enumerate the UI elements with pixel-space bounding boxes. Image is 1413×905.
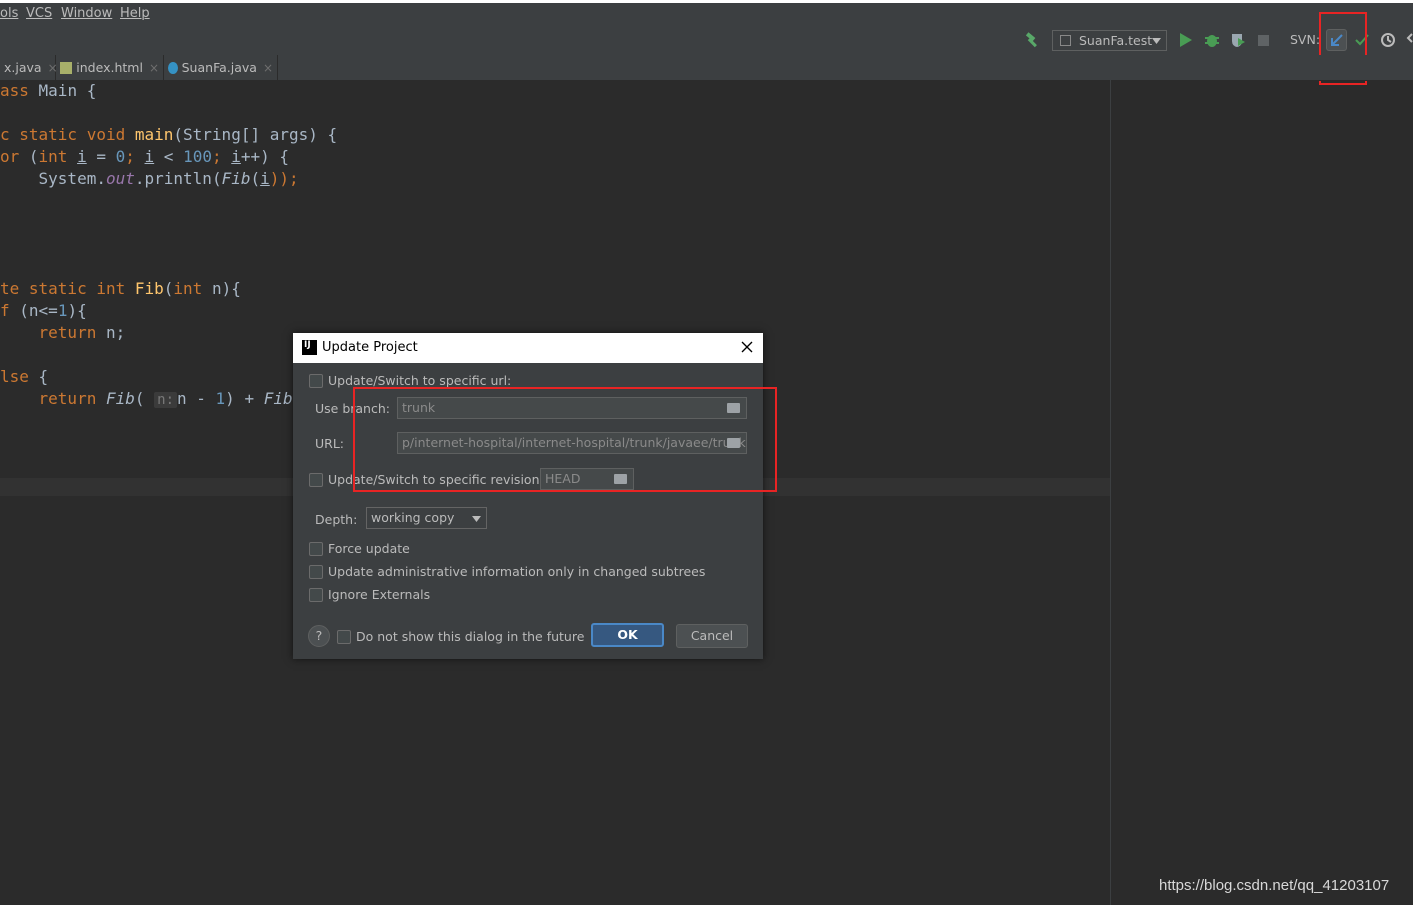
ok-button[interactable]: OK bbox=[591, 623, 664, 647]
update-project-dialog: IJ Update Project Update/Switch to speci… bbox=[293, 333, 763, 659]
dialog-title-bar: IJ Update Project bbox=[293, 333, 763, 363]
tab-label: x.java bbox=[4, 60, 42, 75]
hammer-icon[interactable] bbox=[1024, 32, 1040, 48]
java-class-icon bbox=[168, 61, 178, 74]
url-label: URL: bbox=[315, 436, 345, 451]
update-admin-checkbox[interactable] bbox=[309, 565, 323, 579]
code-line: f (n<=1){ bbox=[0, 301, 87, 320]
depth-label: Depth: bbox=[315, 512, 358, 527]
play-icon[interactable] bbox=[1180, 33, 1192, 47]
tab-x-java[interactable]: x.java × bbox=[0, 55, 58, 80]
ignore-externals-checkbox[interactable] bbox=[309, 588, 323, 602]
ignore-externals-label: Ignore Externals bbox=[328, 587, 431, 602]
close-icon[interactable]: × bbox=[149, 61, 159, 75]
editor-tab-bar: x.java × index.html × SuanFa.java × bbox=[0, 55, 1413, 81]
code-line: or (int i = 0; i < 100; i++) { bbox=[0, 147, 290, 166]
tab-index-html[interactable]: index.html × bbox=[56, 55, 164, 80]
run-config-label: SuanFa.test bbox=[1079, 33, 1153, 48]
close-icon[interactable]: × bbox=[263, 61, 273, 75]
tab-suanfa-java[interactable]: SuanFa.java × bbox=[164, 55, 278, 80]
parameter-hint: n: bbox=[154, 392, 177, 408]
watermark-text: https://blog.csdn.net/qq_41203107 bbox=[1159, 877, 1390, 894]
config-icon bbox=[1060, 35, 1071, 46]
code-line: System.out.println(Fib(i)); bbox=[0, 169, 299, 188]
code-line: te static int Fib(int n){ bbox=[0, 279, 241, 298]
switch-revision-checkbox[interactable] bbox=[309, 473, 323, 487]
annotation-highlight-url bbox=[353, 387, 777, 492]
main-toolbar: SuanFa.test SVN: bbox=[0, 27, 1413, 56]
code-line: c static void main(String[] args) { bbox=[0, 125, 338, 144]
html-file-icon bbox=[60, 61, 73, 74]
rollback-icon[interactable] bbox=[1405, 33, 1413, 47]
coverage-icon[interactable] bbox=[1230, 32, 1246, 48]
menu-bar: ols VCS Window Help bbox=[0, 0, 1413, 27]
dont-show-label: Do not show this dialog in the future bbox=[356, 629, 585, 644]
code-line: lse { bbox=[0, 367, 49, 386]
menu-window[interactable]: Window bbox=[61, 6, 112, 21]
intellij-logo-icon: IJ bbox=[302, 340, 317, 355]
chevron-down-icon bbox=[472, 516, 481, 522]
debug-icon[interactable] bbox=[1204, 32, 1220, 48]
menu-help[interactable]: Help bbox=[120, 6, 150, 21]
close-icon[interactable] bbox=[741, 341, 753, 353]
dialog-title: Update Project bbox=[322, 340, 418, 355]
force-update-label: Force update bbox=[328, 541, 410, 556]
tab-label: SuanFa.java bbox=[181, 60, 257, 75]
code-line: ass Main { bbox=[0, 81, 97, 100]
history-icon[interactable] bbox=[1380, 32, 1396, 48]
switch-url-checkbox[interactable] bbox=[309, 374, 323, 388]
svn-label: SVN: bbox=[1290, 32, 1321, 47]
depth-value: working copy bbox=[371, 510, 455, 525]
update-admin-label: Update administrative information only i… bbox=[328, 564, 706, 579]
run-config-dropdown[interactable]: SuanFa.test bbox=[1052, 30, 1167, 51]
cancel-button[interactable]: Cancel bbox=[676, 624, 748, 648]
switch-url-label: Update/Switch to specific url: bbox=[328, 373, 512, 388]
code-line: return Fib( n: n - 1) + Fib( bbox=[0, 389, 303, 408]
menu-vcs[interactable]: VCS bbox=[26, 6, 52, 21]
stop-icon[interactable] bbox=[1258, 35, 1269, 46]
help-button[interactable]: ? bbox=[308, 625, 330, 647]
editor-right-margin bbox=[1110, 80, 1111, 905]
depth-dropdown[interactable]: working copy bbox=[366, 507, 487, 529]
tab-label: index.html bbox=[76, 60, 143, 75]
dont-show-checkbox[interactable] bbox=[337, 630, 351, 644]
force-update-checkbox[interactable] bbox=[309, 542, 323, 556]
chevron-down-icon bbox=[1152, 38, 1161, 44]
code-line: return n; bbox=[0, 323, 126, 342]
menu-tools[interactable]: ols bbox=[0, 6, 18, 21]
